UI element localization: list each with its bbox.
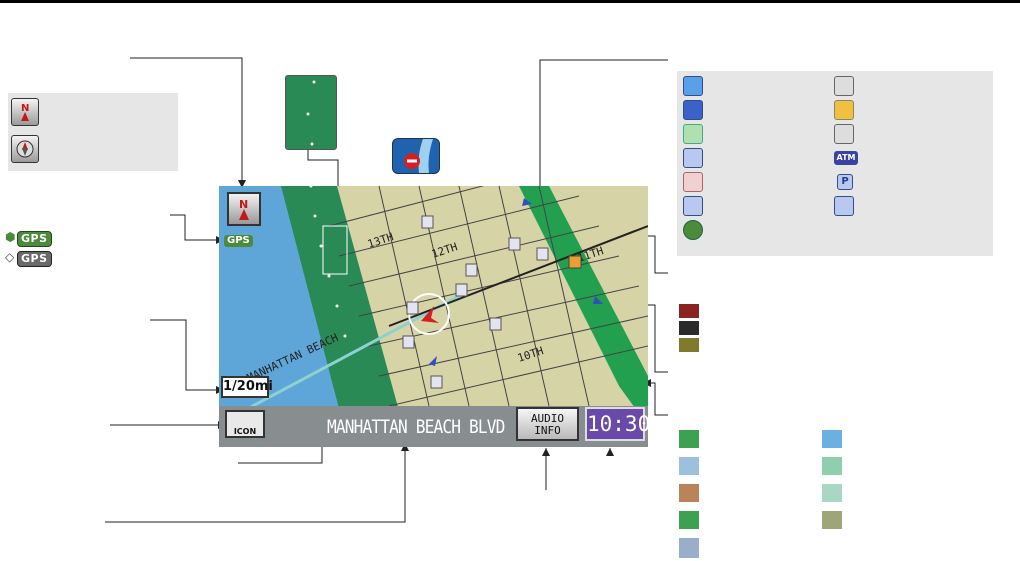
road-color-swatch bbox=[679, 338, 699, 352]
shopping-icon bbox=[683, 124, 703, 144]
road-color-swatch bbox=[679, 304, 699, 318]
parking-icon: P bbox=[837, 174, 853, 190]
svg-text:N: N bbox=[239, 198, 248, 211]
north-up-icon: N bbox=[11, 98, 39, 126]
icon-display-button[interactable]: ICON bbox=[225, 410, 265, 438]
train-station-icon bbox=[834, 196, 854, 216]
gps-black-badge: GPS bbox=[17, 251, 52, 267]
area-color-swatch bbox=[679, 511, 699, 529]
coastline-swatch bbox=[285, 75, 337, 150]
gps-green-badge: GPS bbox=[17, 231, 52, 247]
map-scale-button[interactable]: 1/20mi bbox=[221, 376, 273, 398]
area-color-swatch bbox=[822, 484, 842, 502]
svg-text:N: N bbox=[21, 103, 29, 114]
area-color-swatch bbox=[679, 430, 699, 448]
clock-display: 10:30 bbox=[585, 407, 648, 441]
post-office-icon bbox=[834, 100, 854, 120]
audio-info-line2: INFO bbox=[534, 424, 561, 437]
audio-info-button[interactable]: AUDIO INFO bbox=[516, 407, 579, 441]
area-color-swatch bbox=[679, 538, 699, 558]
heading-up-icon bbox=[11, 135, 39, 163]
area-color-swatch bbox=[822, 511, 842, 529]
poi-icon-legend: ATM P bbox=[677, 71, 993, 256]
hotel-icon bbox=[683, 172, 703, 192]
current-street-name: MANHATTAN BEACH BLVD bbox=[327, 416, 505, 438]
gas-station-icon bbox=[683, 148, 703, 168]
area-color-swatch bbox=[822, 457, 842, 475]
gps-diamond-icon: ◇ bbox=[5, 250, 15, 264]
navigation-map[interactable]: 13TH 12TH 11TH 10TH MANHATTAN BEACH N GP… bbox=[219, 186, 648, 447]
area-color-swatch bbox=[822, 430, 842, 448]
restaurant-icon bbox=[834, 124, 854, 144]
orientation-legend: N bbox=[8, 93, 178, 171]
atm-icon: ATM bbox=[834, 151, 858, 165]
gps-hex-icon: ⬢ bbox=[5, 230, 16, 244]
parking-garage-icon bbox=[683, 196, 703, 216]
map-gps-indicator: GPS bbox=[224, 235, 253, 247]
information-icon bbox=[683, 220, 703, 240]
acura-dealer-icon bbox=[834, 76, 854, 96]
north-up-button[interactable]: N bbox=[227, 192, 261, 226]
hospital-icon bbox=[683, 100, 703, 120]
road-color-swatch bbox=[679, 321, 699, 335]
area-color-swatch bbox=[679, 457, 699, 475]
honda-dealer-icon bbox=[683, 76, 703, 96]
area-color-swatch bbox=[679, 484, 699, 502]
off-route-icon bbox=[392, 138, 440, 174]
